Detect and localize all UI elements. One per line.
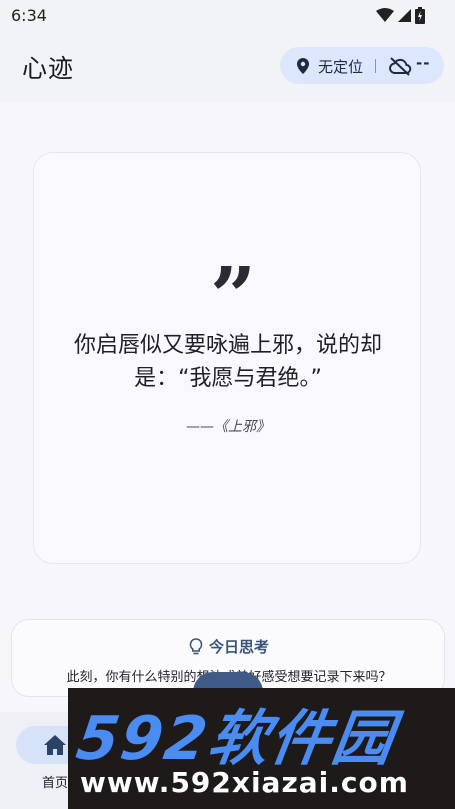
quote-card[interactable]: ” 你启唇似又要咏遍上邪，说的却是：“我愿与君绝。” ——《上邪》: [33, 152, 421, 564]
wifi-icon: [376, 8, 394, 22]
signal-icon: [398, 9, 411, 22]
home-icon: [44, 735, 66, 755]
battery-icon: [415, 7, 425, 24]
status-icons: [376, 7, 425, 24]
quote-text: 你启唇似又要咏遍上邪，说的却是：“我愿与君绝。”: [73, 333, 382, 391]
location-label: 无定位: [318, 58, 364, 76]
app-title: 心迹: [22, 54, 75, 83]
cloud-off-icon: [389, 57, 412, 76]
pill-divider: [375, 59, 376, 73]
lightbulb-icon: [189, 637, 203, 654]
nav-item-home-label: 首页: [42, 776, 69, 791]
location-pin-icon: [297, 58, 309, 74]
watermark-logo: 592软件园: [72, 704, 400, 774]
status-bar: 6:34: [0, 0, 455, 32]
watermark-url: www.592xiazai.com: [80, 766, 409, 799]
daily-thought-title: 今日思考: [208, 638, 269, 656]
app-bar: 心迹 无定位 --: [0, 32, 455, 102]
quote-source: ——《上邪》: [186, 419, 270, 435]
location-sync-pill[interactable]: 无定位 --: [280, 47, 444, 84]
daily-thought-header: 今日思考: [12, 636, 444, 657]
quote-mark-icon: ”: [210, 249, 257, 343]
status-time: 6:34: [11, 6, 47, 25]
sync-status: --: [416, 54, 431, 72]
watermark-overlay: 592软件园 www.592xiazai.com: [68, 688, 455, 809]
